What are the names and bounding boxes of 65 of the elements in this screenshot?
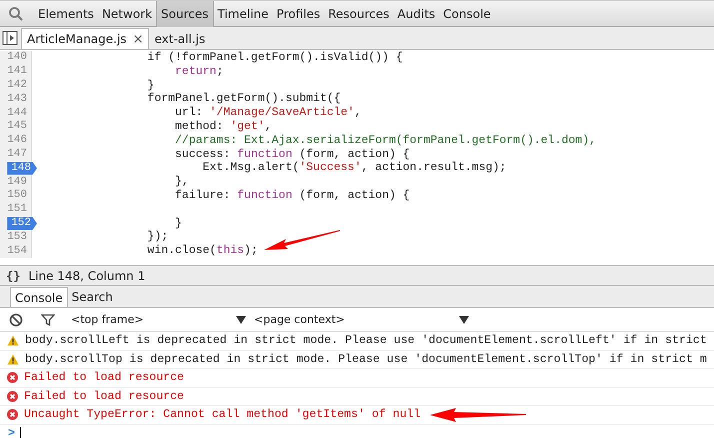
line-number: 150 (7, 189, 28, 202)
caret-icon (459, 316, 469, 324)
console-message: Failed to load resource (24, 371, 184, 384)
code-line: method: 'get', (174, 120, 272, 134)
line-number: 154 (7, 244, 28, 258)
warning-icon (7, 335, 19, 346)
cursor-position: Line 148, Column 1 (28, 268, 146, 282)
breakpoint-marker[interactable]: 152 (7, 216, 37, 230)
error-icon (7, 372, 18, 384)
frame-dropdown[interactable]: <top frame> (71, 313, 246, 326)
line-number: 153 (7, 230, 28, 244)
close-icon[interactable]: × (132, 32, 144, 46)
context-dropdown[interactable]: <page context> (246, 313, 469, 326)
file-tab[interactable]: ext-all.js (149, 29, 210, 49)
code-line: if (!formPanel.getForm().isValid()) { (146, 51, 403, 65)
file-name: ArticleManage.js (27, 32, 127, 46)
code-line: success: function (form, action) { (174, 148, 410, 162)
line-number: 151 (7, 203, 28, 216)
breakpoint-marker[interactable]: 148 (7, 162, 37, 175)
line-number: 142 (7, 78, 28, 92)
panel-tab[interactable]: Elements (34, 0, 98, 26)
code-line: return; (174, 64, 224, 79)
code-line: failure: function (form, action) { (174, 188, 410, 203)
error-icon (7, 409, 18, 420)
pretty-print-button[interactable]: {} (6, 268, 20, 282)
line-number: 141 (7, 65, 28, 78)
caret-icon (236, 316, 246, 324)
code-line: formPanel.getForm().submit({ (146, 92, 341, 106)
code-line: win.close(this); (146, 244, 258, 258)
warning-icon (7, 354, 19, 365)
panel-tab[interactable]: Resources (324, 0, 394, 26)
code-line: } (146, 78, 154, 92)
file-tab[interactable]: ArticleManage.js × (21, 28, 150, 49)
prompt-icon: > (8, 426, 15, 438)
console-message: Failed to load resource (24, 390, 184, 403)
console-message: Uncaught TypeError: Cannot call method 'getItems' of null (24, 408, 421, 422)
line-number: 144 (7, 106, 28, 120)
line-number: 146 (7, 134, 28, 148)
panel-tab[interactable]: Console (439, 0, 495, 26)
console-message: body.scrollTop is deprecated in strict mode. Please use 'documentElement.scrollTop' if in strict m (25, 352, 707, 366)
filter-icon[interactable] (41, 312, 55, 326)
panel-tab[interactable]: Network (98, 0, 156, 26)
panel-tab[interactable]: Profiles (272, 0, 324, 26)
line-number: 145 (7, 120, 28, 134)
line-number: 143 (7, 92, 28, 106)
code-line: }, (174, 175, 189, 189)
line-number: 140 (7, 51, 28, 64)
panel-tab[interactable]: Sources (156, 0, 214, 26)
code-line: //params: Ext.Ajax.serializeForm(formPanel.getForm().el.dom), (174, 134, 596, 148)
console-message: body.scrollLeft is deprecated in strict mode. Please use 'documentElement.scrollLeft' if in strict (25, 334, 707, 348)
line-number: 147 (7, 148, 28, 161)
code-line: }); (146, 230, 168, 244)
line-number: 149 (7, 176, 28, 189)
error-icon (7, 390, 18, 402)
file-name: ext-all.js (154, 32, 206, 46)
code-line: } (174, 216, 182, 230)
panel-tab[interactable]: Timeline (214, 0, 273, 26)
sidebar-toggle-icon[interactable] (2, 30, 18, 46)
code-line: url: '/Manage/SaveArticle', (174, 106, 362, 120)
drawer-tab[interactable]: Console (10, 287, 68, 307)
search-icon[interactable] (8, 6, 24, 22)
drawer-tab[interactable]: Search (68, 287, 117, 307)
code-line: Ext.Msg.alert('Success', action.result.msg); (202, 161, 506, 176)
clear-icon[interactable] (9, 312, 23, 326)
panel-tab[interactable]: Audits (393, 0, 440, 26)
